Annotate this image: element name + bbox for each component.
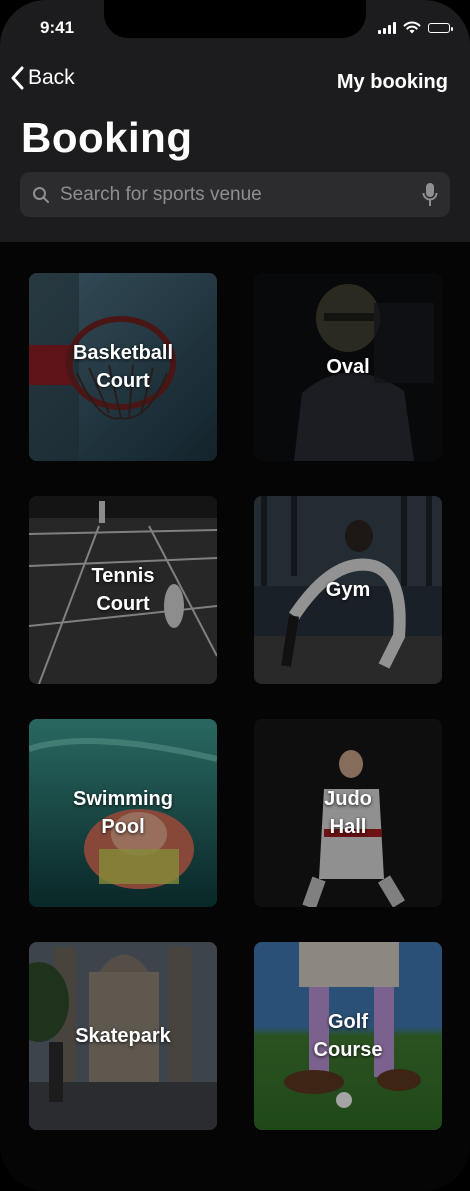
my-booking-button[interactable]: My booking (337, 71, 448, 94)
venue-tile-golf-course[interactable]: Golf Course (254, 942, 442, 1130)
phone-screen: 9:41 Back My booking Booking Search for … (0, 0, 470, 1191)
venue-label: Skatepark (75, 1025, 171, 1047)
header: 9:41 Back My booking Booking (0, 0, 470, 242)
venue-tile-basketball-court[interactable]: Basketball Court (29, 273, 217, 461)
venue-label: Judo Hall (324, 788, 372, 838)
search-input[interactable] (58, 182, 422, 207)
cellular-signal-icon (378, 21, 396, 34)
venue-tile-skatepark[interactable]: Skatepark (29, 942, 217, 1130)
search-icon (33, 186, 49, 203)
notch (104, 0, 366, 38)
venue-label: Basketball Court (72, 342, 174, 392)
venue-label: Tennis Court (91, 565, 155, 615)
back-label: Back (28, 66, 75, 89)
venue-tile-swimming-pool[interactable]: Swimming Pool (29, 719, 217, 907)
status-time: 9:41 (40, 18, 75, 37)
venue-label: Swimming Pool (72, 788, 173, 838)
chevron-left-icon (11, 66, 24, 90)
venue-tile-judo-hall[interactable]: Judo Hall (254, 719, 442, 907)
page-title: Booking (21, 114, 193, 161)
back-button[interactable]: Back (10, 66, 75, 90)
battery-icon (428, 22, 453, 33)
venue-label: Golf Course (313, 1011, 383, 1061)
microphone-icon[interactable] (422, 182, 438, 208)
venue-tile-tennis-court[interactable]: Tennis Court (29, 496, 217, 684)
venue-label: Oval (326, 356, 370, 378)
venue-label: Gym (325, 579, 371, 601)
search-bar[interactable] (20, 172, 450, 217)
venue-tile-gym[interactable]: Gym (254, 496, 442, 684)
venue-grid: Basketball Court Oval Tennis Court Gym S… (29, 273, 442, 1130)
venue-tile-oval[interactable]: Oval (254, 273, 442, 461)
status-icons (378, 21, 453, 34)
wifi-icon (403, 21, 421, 34)
